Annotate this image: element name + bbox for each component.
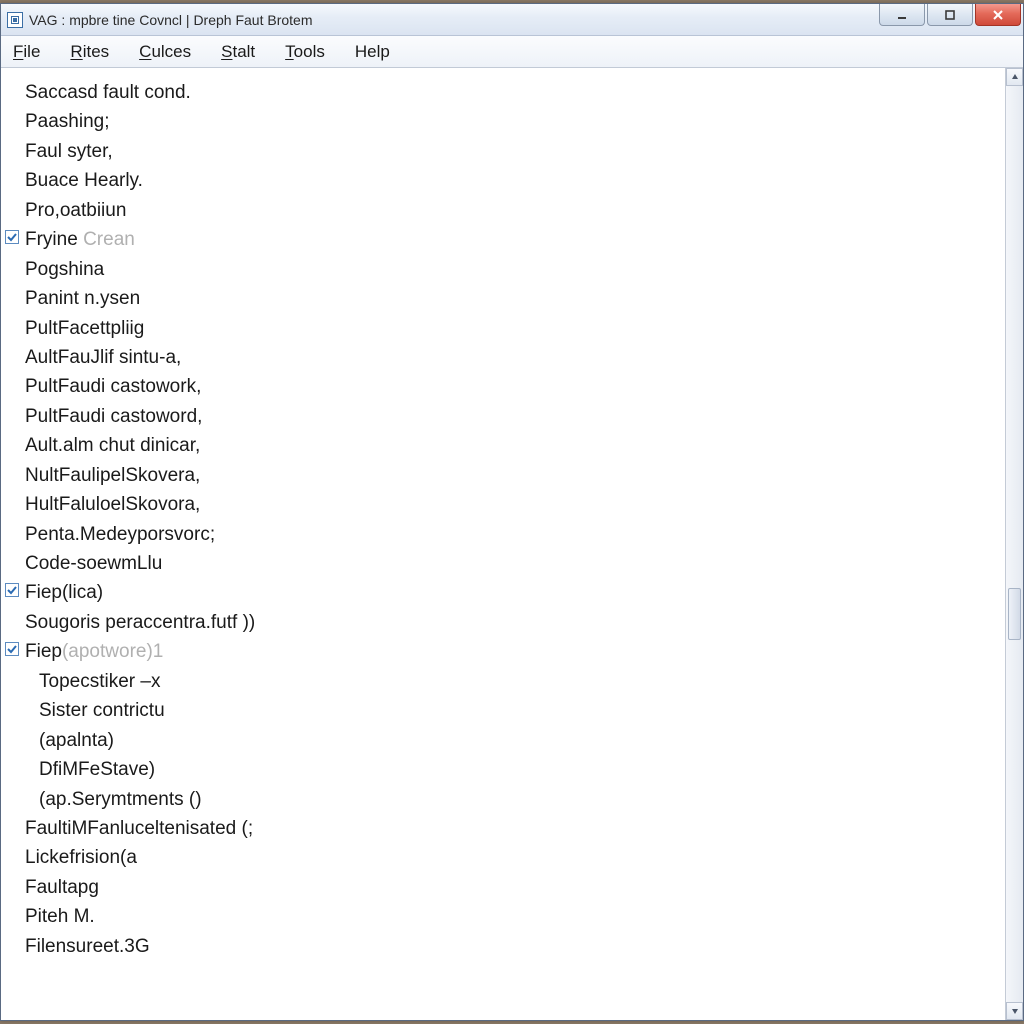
menu-culces[interactable]: Culces xyxy=(133,40,197,64)
content-line: Lickefrision(a xyxy=(25,843,993,872)
scroll-down-button[interactable] xyxy=(1006,1002,1023,1020)
content-line: Code-soewmLlu xyxy=(25,549,993,578)
faded-suffix: Crean xyxy=(83,229,135,250)
check-icon[interactable] xyxy=(5,583,19,597)
client-area: Saccasd fault cond.Paashing;Faul syter,B… xyxy=(1,68,1023,1020)
scroll-up-button[interactable] xyxy=(1006,68,1023,86)
content-line: PultFaudi castoword, xyxy=(25,402,993,431)
titlebar[interactable]: VAG : mpbre tine Covncl | Dreph Faut Bro… xyxy=(1,4,1023,36)
content-line: Sister contrictu xyxy=(25,696,993,725)
minimize-button[interactable] xyxy=(879,4,925,26)
app-window: VAG : mpbre tine Covncl | Dreph Faut Bro… xyxy=(0,3,1024,1021)
content-line: Fiep(lica) xyxy=(25,578,993,607)
menu-stalt[interactable]: Stalt xyxy=(215,40,261,64)
maximize-button[interactable] xyxy=(927,4,973,26)
content-line: Panint n.ysen xyxy=(25,284,993,313)
content-line: Buace Hearly. xyxy=(25,166,993,195)
window-title: VAG : mpbre tine Covncl | Dreph Faut Bro… xyxy=(29,12,313,28)
window-controls xyxy=(879,4,1023,30)
content-line: Fiep(apotwore)1 xyxy=(25,637,993,666)
close-button[interactable] xyxy=(975,4,1021,26)
content-line: NultFaulipelSkovera, xyxy=(25,461,993,490)
content-line: (apalnta) xyxy=(25,726,993,755)
content-line: Faultapg xyxy=(25,873,993,902)
content-line: HultFaluloelSkovora, xyxy=(25,490,993,519)
content-line: Paashing; xyxy=(25,107,993,136)
content-line: Topecstiker –x xyxy=(25,667,993,696)
content-line: Ault.alm chut dinicar, xyxy=(25,431,993,460)
check-icon[interactable] xyxy=(5,230,19,244)
scroll-thumb[interactable] xyxy=(1008,588,1021,640)
content-line: Penta.Medeyporsvorc; xyxy=(25,520,993,549)
content-line: Pogshina xyxy=(25,255,993,284)
app-icon xyxy=(7,12,23,28)
content-line: AultFauJlif sintu-a, xyxy=(25,343,993,372)
content-line: Saccasd fault cond. xyxy=(25,78,993,107)
content-line: DfiMFeStave) xyxy=(25,755,993,784)
menu-tools[interactable]: Tools xyxy=(279,40,331,64)
content-line: (ap.Serymtments () xyxy=(25,785,993,814)
content-line: Piteh M. xyxy=(25,902,993,931)
menu-bar: File Rites Culces Stalt Tools Help xyxy=(1,36,1023,68)
vertical-scrollbar[interactable] xyxy=(1005,68,1023,1020)
check-icon[interactable] xyxy=(5,642,19,656)
content-line: Sougoris peraccentra.futf )) xyxy=(25,608,993,637)
content-line: Pro,oatbiiun xyxy=(25,196,993,225)
menu-help[interactable]: Help xyxy=(349,40,396,64)
content-line: Fryine Crean xyxy=(25,225,993,254)
menu-file[interactable]: File xyxy=(7,40,46,64)
menu-rites[interactable]: Rites xyxy=(64,40,115,64)
content-line: FaultiMFanluceltenisated (; xyxy=(25,814,993,843)
text-content[interactable]: Saccasd fault cond.Paashing;Faul syter,B… xyxy=(1,68,1005,1020)
content-line: Faul syter, xyxy=(25,137,993,166)
content-line: PultFacettpliig xyxy=(25,314,993,343)
content-line: Filensureet.3G xyxy=(25,932,993,961)
content-line: PultFaudi castowork, xyxy=(25,372,993,401)
faded-suffix: (apotwore)1 xyxy=(62,641,163,662)
